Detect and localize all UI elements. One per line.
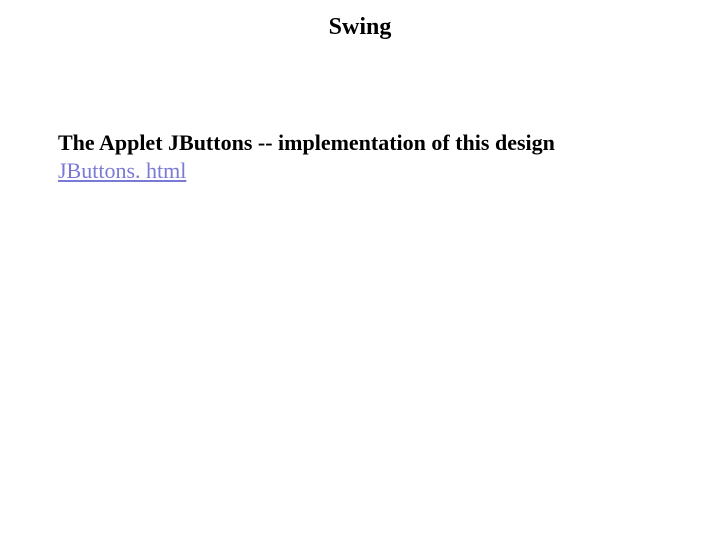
subtitle-text: The Applet JButtons -- implementation of…	[58, 130, 555, 156]
content-block: The Applet JButtons -- implementation of…	[58, 130, 555, 185]
jbuttons-link[interactable]: JButtons. html	[58, 158, 186, 184]
slide-title: Swing	[0, 14, 720, 41]
